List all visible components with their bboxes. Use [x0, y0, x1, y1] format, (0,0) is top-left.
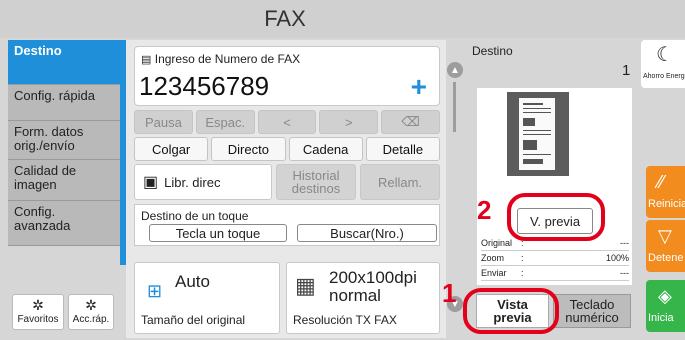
entry-label: ▤ Ingreso de Numero de FAX [141, 52, 301, 66]
favorites-icon: ✲ [32, 297, 44, 313]
scroll-up-icon[interactable]: ▲ [447, 62, 463, 78]
buscar-nro-button[interactable]: Buscar(Nro.) [297, 224, 437, 242]
detener-button[interactable]: ▽ Detene [646, 220, 685, 272]
preview-panel: V. previa Original : --- Zoom : 100% Env… [477, 88, 632, 285]
historial-button[interactable]: Historial destinos [276, 164, 356, 200]
cursor-right-button[interactable]: > [319, 110, 379, 134]
doc-line [523, 154, 551, 155]
original-size-setting[interactable]: ⊞ Auto Tamaño del original [134, 262, 280, 334]
tab-config-avanzada[interactable]: Config. avanzada [8, 201, 120, 246]
detalle-button[interactable]: Detalle [365, 137, 440, 161]
tab-config-rapida[interactable]: Config. rápida [8, 85, 120, 121]
action-row: Colgar Directo Cadena Detalle [134, 137, 440, 161]
page-title: FAX [264, 6, 306, 31]
tab-column: Destino Config. rápida Form. datos orig.… [8, 40, 125, 290]
callout-ring-vista [463, 288, 559, 334]
favoritos-button[interactable]: ✲ Favoritos [12, 294, 64, 330]
fax-icon: ▤ [141, 54, 152, 66]
fax-number-value: 123456789 [139, 71, 270, 101]
document-thumbnail [507, 92, 569, 176]
reset-icon: ⁄⁄ [658, 172, 665, 192]
space-button[interactable]: Espac. [195, 110, 255, 134]
address-book-button[interactable]: ▣ Libr. direc [134, 164, 272, 200]
main-panel: ▤ Ingreso de Numero de FAX 123456789 + P… [126, 40, 446, 338]
doc-line [523, 134, 551, 135]
original-size-caption: Tamaño del original [141, 313, 246, 327]
cadena-button[interactable]: Cadena [288, 137, 363, 161]
doc-line [523, 108, 551, 109]
page-size-icon: ⊞ [147, 281, 163, 301]
add-destination-icon[interactable]: + [411, 71, 427, 103]
fax-number-entry[interactable]: ▤ Ingreso de Numero de FAX 123456789 + [134, 46, 440, 106]
fax-resolution-setting[interactable]: ▦ 200x100dpi normal Resolución TX FAX [286, 262, 440, 334]
callout-number-2: 2 [477, 195, 492, 225]
scroll-thumb[interactable] [453, 82, 456, 132]
fax-resolution-value: 200x100dpi normal [329, 268, 417, 305]
doc-image [523, 159, 543, 164]
acceso-rapido-button[interactable]: ✲ Acc.ráp. [68, 294, 114, 330]
scrollbar[interactable]: ▲ ▼ [447, 62, 463, 312]
address-book-icon: ▣ [143, 174, 159, 191]
key-row: Pausa Espac. < > ⌫ [134, 110, 440, 134]
fax-resolution-caption: Resolución TX FAX [293, 313, 397, 327]
start-icon: ◈ [658, 286, 672, 306]
info-row-zoom: Zoom : 100% [481, 253, 629, 266]
teclado-numerico-tab[interactable]: Teclado numérico [553, 294, 631, 328]
quick-access-icon: ✲ [85, 297, 97, 313]
cursor-left-button[interactable]: < [257, 110, 317, 134]
destination-count: 1 [622, 62, 631, 79]
energy-saver-button[interactable]: ☾ Ahorro Energ [641, 40, 685, 88]
resolution-icon: ▦ [295, 273, 316, 298]
pause-button[interactable]: Pausa [134, 110, 193, 134]
tab-calidad-imagen[interactable]: Calidad de imagen [8, 160, 120, 201]
tab-form-datos[interactable]: Form. datos orig./envío [8, 121, 120, 160]
stop-icon: ▽ [658, 226, 672, 246]
iniciar-button[interactable]: ◈ Inicia [646, 280, 685, 332]
backspace-button[interactable]: ⌫ [381, 110, 440, 134]
doc-image [523, 118, 535, 126]
one-touch-box: Destino de un toque Tecla un toque Busca… [134, 204, 440, 246]
doc-line [523, 103, 543, 105]
doc-chart [523, 140, 537, 150]
one-touch-label: Destino de un toque [141, 209, 249, 223]
directo-button[interactable]: Directo [211, 137, 286, 161]
reiniciar-button[interactable]: ⁄⁄ Reinicia [646, 166, 685, 218]
original-size-value: Auto [175, 272, 210, 291]
tecla-un-toque-button[interactable]: Tecla un toque [149, 224, 287, 242]
callout-number-1: 1 [442, 278, 457, 308]
doc-line [523, 130, 551, 131]
info-row-enviar: Enviar : --- [481, 268, 629, 281]
callout-ring-vprev [507, 193, 605, 241]
colgar-button[interactable]: Colgar [134, 137, 209, 161]
destination-heading: Destino [472, 44, 513, 58]
doc-line [523, 112, 551, 113]
tab-destino[interactable]: Destino [8, 40, 125, 85]
rellam-button[interactable]: Rellam. [360, 164, 440, 200]
document-page [519, 98, 555, 170]
moon-icon: ☾ [656, 44, 674, 66]
